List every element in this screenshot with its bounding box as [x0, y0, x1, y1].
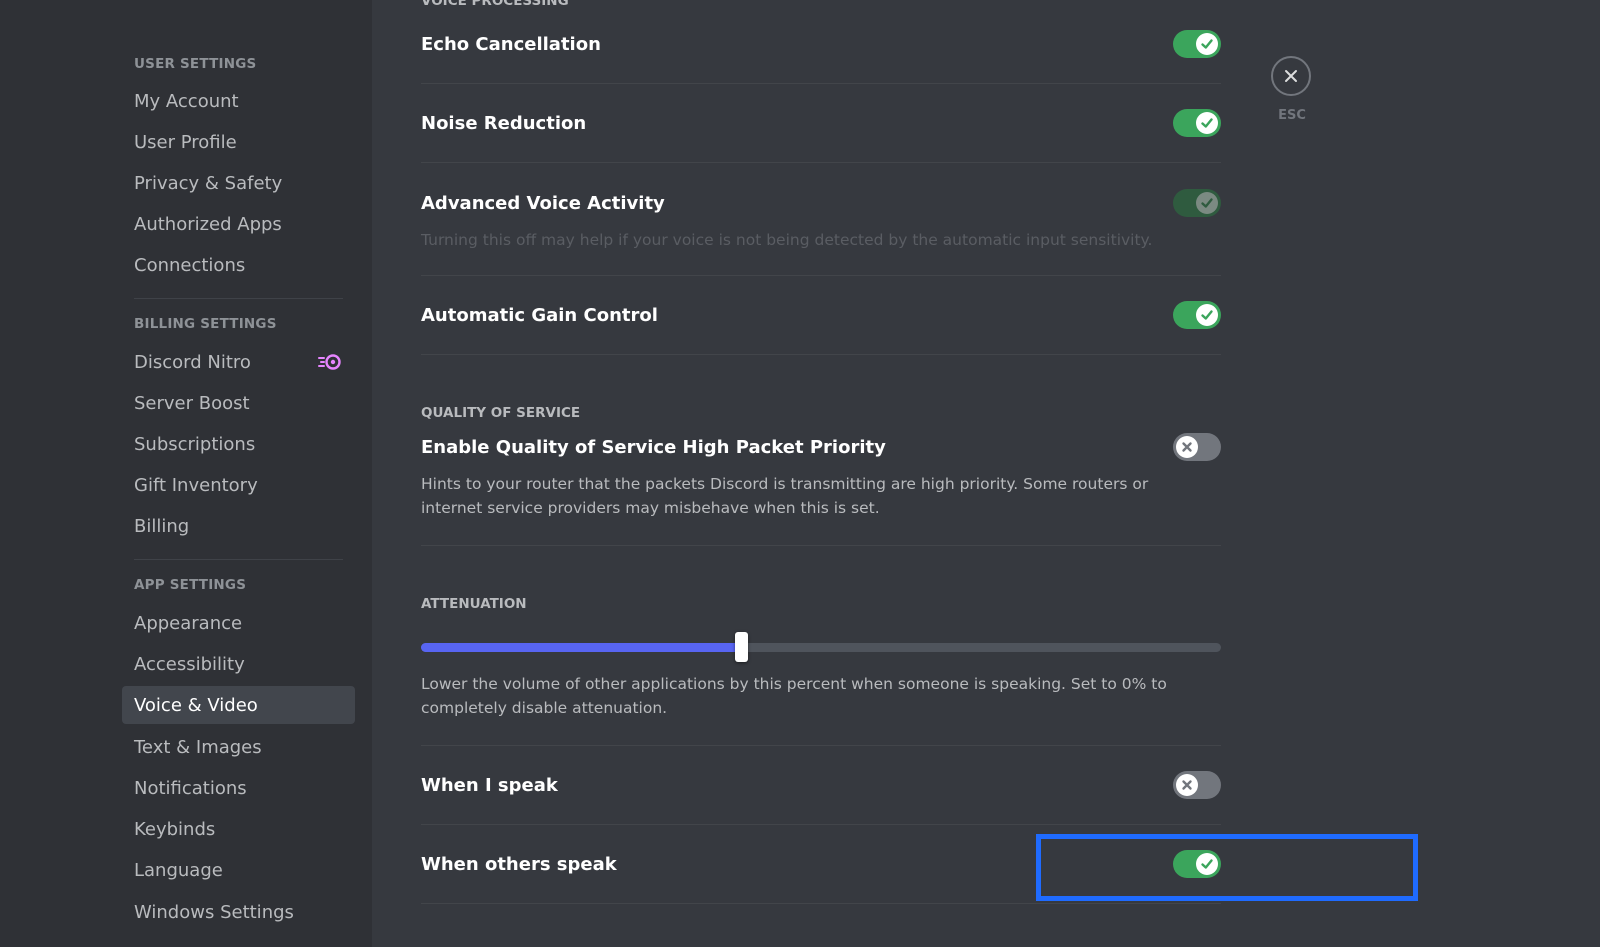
sidebar-item-language[interactable]: Language [122, 851, 355, 889]
sidebar-item-server-boost[interactable]: Server Boost [122, 384, 355, 422]
noise-reduction-label: Noise Reduction [421, 113, 587, 134]
qos-label: Enable Quality of Service High Packet Pr… [421, 437, 886, 458]
quality-of-service-header: Quality of Service [421, 405, 581, 421]
when-i-speak-toggle[interactable] [1173, 771, 1221, 799]
attenuation-slider[interactable] [421, 632, 1221, 662]
echo-cancellation-label: Echo Cancellation [421, 34, 601, 55]
sidebar-item-label: Discord Nitro [134, 351, 251, 373]
row-divider [421, 275, 1221, 276]
sidebar-item-billing[interactable]: Billing [122, 507, 355, 545]
sidebar-item-keybinds[interactable]: Keybinds [122, 810, 355, 848]
sidebar-item-subscriptions[interactable]: Subscriptions [122, 425, 355, 463]
sidebar-item-appearance[interactable]: Appearance [122, 604, 355, 642]
row-divider [421, 354, 1221, 355]
user-settings-header: User Settings [134, 56, 257, 72]
close-icon [1285, 70, 1297, 82]
automatic-gain-control-label: Automatic Gain Control [421, 305, 658, 326]
check-icon [1196, 112, 1218, 134]
sidebar-item-voice-video[interactable]: Voice & Video [122, 686, 355, 724]
sidebar-item-user-profile[interactable]: User Profile [122, 123, 355, 161]
advanced-voice-activity-description: Turning this off may help if your voice … [421, 231, 1153, 249]
sidebar-item-discord-nitro[interactable]: Discord Nitro [122, 343, 355, 381]
close-icon [1176, 436, 1198, 458]
row-divider [421, 745, 1221, 746]
sidebar-item-windows-settings[interactable]: Windows Settings [122, 893, 355, 931]
attenuation-description: Lower the volume of other applications b… [421, 675, 1167, 717]
row-divider [421, 83, 1221, 84]
row-divider [421, 824, 1221, 825]
sidebar-divider [134, 298, 343, 299]
attenuation-slider-handle[interactable] [735, 632, 748, 662]
when-i-speak-label: When I speak [421, 775, 558, 796]
sidebar-item-privacy-safety[interactable]: Privacy & Safety [122, 164, 355, 202]
sidebar-item-gift-inventory[interactable]: Gift Inventory [122, 466, 355, 504]
sidebar-item-notifications[interactable]: Notifications [122, 769, 355, 807]
qos-description: Hints to your router that the packets Di… [421, 475, 1149, 517]
automatic-gain-control-toggle[interactable] [1173, 301, 1221, 329]
voice-processing-header: Voice Processing [421, 0, 569, 9]
close-icon [1176, 774, 1198, 796]
check-icon [1196, 192, 1218, 214]
row-divider [421, 162, 1221, 163]
highlight-box [1036, 834, 1418, 901]
sidebar-item-authorized-apps[interactable]: Authorized Apps [122, 205, 355, 243]
advanced-voice-activity-label: Advanced Voice Activity [421, 193, 665, 214]
sidebar-item-text-images[interactable]: Text & Images [122, 728, 355, 766]
check-icon [1196, 304, 1218, 326]
sidebar-item-connections[interactable]: Connections [122, 246, 355, 284]
sidebar-divider [134, 559, 343, 560]
check-icon [1196, 33, 1218, 55]
app-settings-header: App Settings [134, 577, 247, 593]
attenuation-slider-fill [421, 643, 741, 652]
settings-sidebar: User Settings My Account User Profile Pr… [0, 0, 372, 947]
row-divider [421, 903, 1221, 904]
qos-toggle[interactable] [1173, 433, 1221, 461]
row-divider [421, 545, 1221, 546]
advanced-voice-activity-toggle[interactable] [1173, 189, 1221, 217]
when-others-speak-label: When others speak [421, 854, 617, 875]
attenuation-header: Attenuation [421, 596, 527, 612]
echo-cancellation-toggle[interactable] [1173, 30, 1221, 58]
close-button[interactable] [1271, 56, 1311, 96]
nitro-icon [318, 354, 341, 370]
noise-reduction-toggle[interactable] [1173, 109, 1221, 137]
sidebar-item-my-account[interactable]: My Account [122, 82, 355, 120]
esc-label: ESC [1278, 108, 1306, 123]
billing-settings-header: Billing Settings [134, 316, 277, 332]
sidebar-item-accessibility[interactable]: Accessibility [122, 645, 355, 683]
